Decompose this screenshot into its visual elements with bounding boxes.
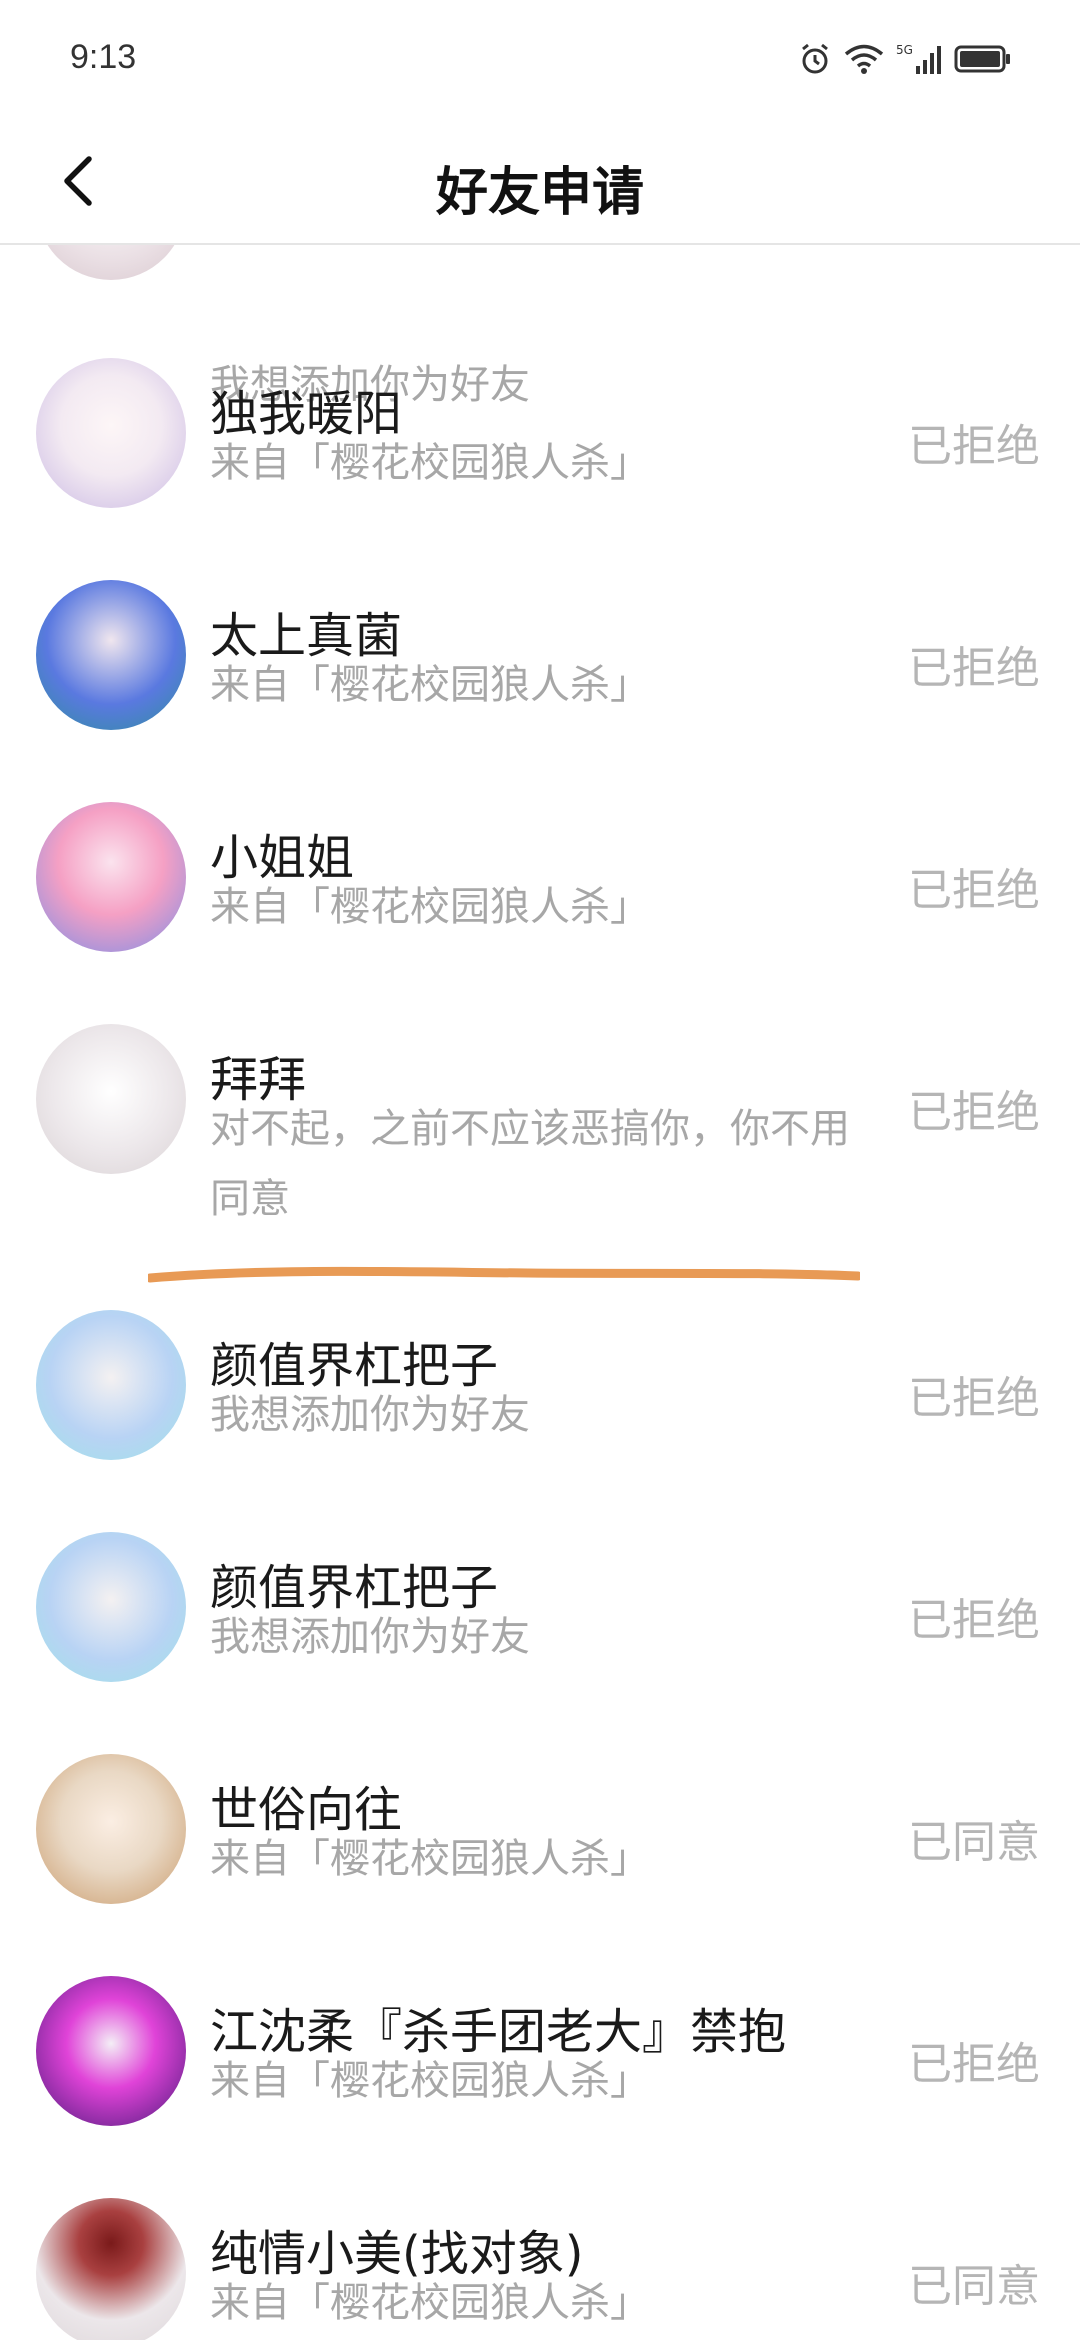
avatar	[36, 802, 186, 952]
status-icons: 5G	[798, 42, 1012, 80]
request-item[interactable]: 独我暖阳 来自「樱花校园狼人杀」 已拒绝	[0, 358, 1080, 518]
request-status: 已同意	[908, 1817, 1040, 1868]
avatar	[36, 1754, 186, 1904]
status-time: 9:13	[70, 38, 137, 76]
request-message: 来自「樱花校园狼人杀」	[210, 2058, 650, 2104]
avatar	[36, 1976, 186, 2126]
avatar	[36, 358, 186, 508]
request-status: 已拒绝	[908, 1087, 1040, 1138]
avatar	[36, 1310, 186, 1460]
nav-header: 好友申请	[0, 120, 1080, 245]
request-message: 来自「樱花校园狼人杀」	[210, 1836, 650, 1882]
alarm-icon	[798, 42, 832, 80]
request-item[interactable]: 江沈柔『杀手团老大』禁抱 来自「樱花校园狼人杀」 已拒绝	[0, 1976, 1080, 2136]
request-status: 已同意	[908, 2261, 1040, 2312]
request-item[interactable]: 世俗向往 来自「樱花校园狼人杀」 已同意	[0, 1754, 1080, 1914]
request-item[interactable]: 颜值界杠把子 我想添加你为好友 已拒绝	[0, 1532, 1080, 1692]
wifi-icon	[844, 43, 884, 79]
request-item[interactable]: 纯情小美(找对象) 来自「樱花校园狼人杀」 已同意	[0, 2198, 1080, 2340]
friend-requests-screen: 我想添加你为好友 独我暖阳 来自「樱花校园狼人杀」 已拒绝 太上真菌 来自「樱花…	[0, 0, 1080, 2340]
request-message: 对不起，之前不应该恶搞你，你不用同意	[210, 1106, 850, 1222]
request-item[interactable]: 拜拜 对不起，之前不应该恶搞你，你不用同意 已拒绝	[0, 1024, 1080, 1264]
battery-icon	[954, 44, 1012, 78]
svg-text:5G: 5G	[896, 43, 913, 57]
request-status: 已拒绝	[908, 1595, 1040, 1646]
request-item[interactable]: 小姐姐 来自「樱花校园狼人杀」 已拒绝	[0, 802, 1080, 962]
request-item[interactable]: 颜值界杠把子 我想添加你为好友 已拒绝	[0, 1310, 1080, 1470]
request-status: 已拒绝	[908, 643, 1040, 694]
request-status: 已拒绝	[908, 2039, 1040, 2090]
request-message: 来自「樱花校园狼人杀」	[210, 662, 650, 708]
highlight-underline	[148, 1266, 860, 1283]
request-status: 已拒绝	[908, 421, 1040, 472]
avatar	[36, 1024, 186, 1174]
avatar	[36, 2198, 186, 2340]
page-title: 好友申请	[435, 163, 644, 223]
status-bar: 9:13 5G	[0, 0, 1080, 120]
avatar	[36, 580, 186, 730]
5g-signal-icon: 5G	[896, 42, 942, 80]
request-message: 来自「樱花校园狼人杀」	[210, 2280, 650, 2326]
request-message: 我想添加你为好友	[210, 1392, 530, 1438]
request-message: 来自「樱花校园狼人杀」	[210, 440, 650, 486]
friend-request-list[interactable]: 我想添加你为好友 独我暖阳 来自「樱花校园狼人杀」 已拒绝 太上真菌 来自「樱花…	[0, 0, 1080, 2340]
request-message: 我想添加你为好友	[210, 1614, 530, 1660]
request-status: 已拒绝	[908, 1373, 1040, 1424]
request-status: 已拒绝	[908, 865, 1040, 916]
request-message: 来自「樱花校园狼人杀」	[210, 884, 650, 930]
avatar	[36, 1532, 186, 1682]
request-item[interactable]: 太上真菌 来自「樱花校园狼人杀」 已拒绝	[0, 580, 1080, 740]
